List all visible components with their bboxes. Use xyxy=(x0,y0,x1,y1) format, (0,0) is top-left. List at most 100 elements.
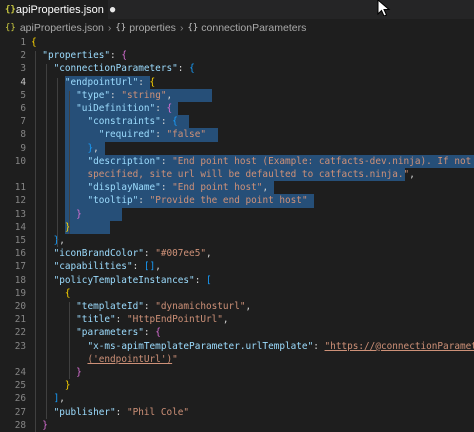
code-line[interactable]: 6 "uiDefinition": { xyxy=(0,102,474,116)
tab-label: apiProperties.json xyxy=(15,3,104,16)
code-editor[interactable]: 1{2 "properties": {3 "connectionParamete… xyxy=(0,36,474,432)
code-line[interactable]: 11 "displayName": "End point host", xyxy=(0,181,474,195)
tab-bar: {} apiProperties.json ● xyxy=(0,0,474,19)
line-text: "publisher": "Phil Cole" xyxy=(53,406,190,418)
line-number: 1 xyxy=(20,37,26,48)
line-number: 20 xyxy=(14,301,26,312)
code-line[interactable]: 10 "description": "End point host (Examp… xyxy=(0,154,474,168)
code-line[interactable]: 7 "constraints": { xyxy=(0,115,474,129)
code-line[interactable]: 1{ xyxy=(0,36,474,49)
selection-highlight xyxy=(64,220,111,234)
line-text: } xyxy=(31,221,71,234)
line-number: 17 xyxy=(14,261,26,273)
object-symbol-icon: {} xyxy=(115,22,127,33)
code-line[interactable]: 28 } xyxy=(0,419,474,432)
line-number: 3 xyxy=(20,63,26,75)
line-text: "parameters": { xyxy=(76,327,161,339)
line-text: } xyxy=(64,380,71,392)
line-text: "templateId": "dynamichosturl", xyxy=(76,301,252,312)
code-line[interactable]: 25 } xyxy=(0,379,474,392)
line-text: "type": "string", xyxy=(76,89,173,101)
indent-guide xyxy=(68,90,70,234)
code-line[interactable]: 14 } xyxy=(0,220,474,234)
line-number: 28 xyxy=(14,419,26,431)
line-text: "policyTemplateInstances": [ xyxy=(53,274,212,286)
line-text: "x-ms-apimTemplateParameter.urlTemplate"… xyxy=(87,340,474,352)
line-number: 19 xyxy=(14,287,26,299)
line-number: 16 xyxy=(14,248,26,260)
line-text: }, xyxy=(87,142,99,154)
line-text: "iconBrandColor": "#007ee5", xyxy=(53,248,212,260)
line-text: "constraints": { xyxy=(87,116,178,128)
code-line[interactable]: ('endpointUrl')" xyxy=(0,353,474,366)
code-line[interactable]: 3 "connectionParameters": { xyxy=(0,62,474,75)
code-line[interactable]: 17 "capabilities": [], xyxy=(0,260,474,273)
code-line[interactable]: 4 "endpointUrl": { xyxy=(0,75,474,89)
line-text: "uiDefinition": { xyxy=(76,103,173,114)
line-number: 25 xyxy=(14,380,26,392)
line-number: 7 xyxy=(20,116,26,128)
line-number: 24 xyxy=(14,367,26,378)
line-number: 12 xyxy=(14,195,26,207)
code-line[interactable]: 24 } xyxy=(0,366,474,379)
line-text: "properties": { xyxy=(42,50,127,62)
line-text: "displayName": "End point host", xyxy=(87,182,269,194)
breadcrumb-connection-parameters[interactable]: connectionParameters xyxy=(201,22,306,34)
object-symbol-icon: {} xyxy=(187,22,199,33)
json-file-icon: {} xyxy=(5,4,16,15)
code-line[interactable]: 23 "x-ms-apimTemplateParameter.urlTempla… xyxy=(0,340,474,353)
line-number: 8 xyxy=(20,129,26,141)
line-text: specified, site url will be defaulted to… xyxy=(87,169,415,180)
line-number: 11 xyxy=(14,182,26,194)
tab-apiproperties-json[interactable]: {} apiProperties.json ● xyxy=(0,0,115,19)
code-line[interactable]: 18 "policyTemplateInstances": [ xyxy=(0,274,474,287)
line-text: "connectionParameters": { xyxy=(53,63,195,75)
line-text: ('endpointUrl')" xyxy=(87,353,178,365)
line-text: "description": "End point host (Example:… xyxy=(87,155,472,167)
line-number: 23 xyxy=(14,340,26,352)
line-text: "title": "HttpEndPointUrl", xyxy=(76,314,229,326)
line-number: 2 xyxy=(20,50,26,62)
code-line[interactable]: 9 }, xyxy=(0,141,474,155)
code-line[interactable]: specified, site url will be defaulted to… xyxy=(0,168,474,182)
mouse-pointer-icon xyxy=(377,0,391,16)
unsaved-dot-icon[interactable]: ● xyxy=(110,5,115,15)
breadcrumb-properties[interactable]: properties xyxy=(129,22,176,34)
code-line[interactable]: 12 "tooltip": "Provide the end point hos… xyxy=(0,194,474,208)
line-number: 22 xyxy=(14,327,26,339)
code-line[interactable]: 22 "parameters": { xyxy=(0,326,474,339)
code-line[interactable]: 8 "required": "false" xyxy=(0,128,474,142)
indent-guide xyxy=(45,64,47,419)
breadcrumb-chevron-icon: › xyxy=(107,21,112,34)
line-number: 21 xyxy=(14,314,26,326)
line-number: 5 xyxy=(20,89,26,101)
line-number: 9 xyxy=(20,142,26,154)
breadcrumb: {} apiProperties.json › {} properties › … xyxy=(0,19,474,36)
code-line[interactable]: 20 "templateId": "dynamichosturl", xyxy=(0,300,474,313)
line-text: { xyxy=(31,37,37,48)
code-line[interactable]: 5 "type": "string", xyxy=(0,88,474,102)
line-number: 15 xyxy=(14,235,26,246)
code-line[interactable]: 26 ], xyxy=(0,392,474,405)
line-text: "endpointUrl": { xyxy=(64,76,156,88)
code-line[interactable]: 13 } xyxy=(0,207,474,221)
indent-guide xyxy=(57,77,59,248)
json-file-icon: {} xyxy=(5,22,16,33)
line-text: } xyxy=(76,367,82,378)
code-line[interactable]: 19 { xyxy=(0,287,474,300)
line-number: 26 xyxy=(14,393,26,405)
line-text: "capabilities": [], xyxy=(53,261,161,273)
code-line[interactable]: 21 "title": "HttpEndPointUrl", xyxy=(0,313,474,326)
line-text: ], xyxy=(53,393,65,405)
line-number: 4 xyxy=(20,76,26,88)
indent-guide xyxy=(34,51,36,432)
line-number: 27 xyxy=(14,406,26,418)
code-line[interactable]: 16 "iconBrandColor": "#007ee5", xyxy=(0,247,474,260)
line-number: 13 xyxy=(14,208,26,220)
code-line[interactable]: 27 "publisher": "Phil Cole" xyxy=(0,406,474,419)
line-number: 10 xyxy=(14,155,26,167)
line-text: } xyxy=(42,419,48,431)
code-line[interactable]: 2 "properties": { xyxy=(0,49,474,62)
breadcrumb-file[interactable]: apiProperties.json xyxy=(20,22,104,34)
code-line[interactable]: 15 }, xyxy=(0,234,474,247)
